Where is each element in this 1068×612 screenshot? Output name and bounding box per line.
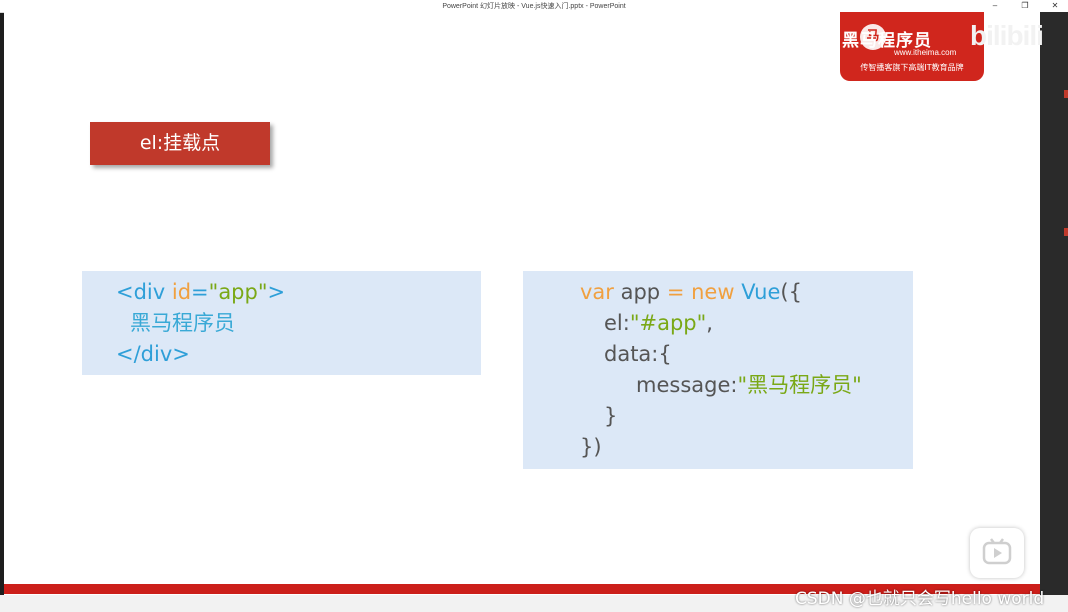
logo-site-text: www.itheima.com	[894, 48, 957, 57]
js-code-box: var app = new Vue({ el:"#app", data:{ me…	[523, 271, 913, 469]
play-icon	[982, 538, 1012, 565]
code-token-name: app	[613, 280, 667, 304]
window-controls: – ❐ ✕	[988, 0, 1062, 12]
code-token-tag: <div	[116, 280, 172, 304]
code-token-key: message:	[636, 373, 738, 397]
code-token-attr: id	[171, 280, 192, 304]
window-right-margin	[1040, 12, 1068, 612]
code-line: message:"黑马程序员"	[636, 370, 862, 401]
section-label: el:挂载点	[90, 122, 270, 165]
csdn-watermark: CSDN @也就只会写hello world	[795, 589, 1045, 609]
code-token-string: "#app"	[629, 311, 707, 335]
code-token-class: Vue	[741, 280, 781, 304]
code-token-keyword: var	[580, 280, 614, 304]
code-token-tag: >	[267, 280, 286, 304]
code-token-eq: =	[191, 280, 209, 304]
logo-slogan: 传智播客旗下高端IT教育品牌	[860, 63, 964, 72]
code-token-key: el:	[604, 311, 630, 335]
code-line: }	[604, 404, 618, 428]
code-token-punct: ,	[706, 311, 713, 335]
brand-logo: 马 黑马程序员 www.itheima.com 传智播客旗下高端IT教育品牌	[840, 12, 984, 81]
bilibili-watermark: bilibili	[970, 20, 1044, 51]
code-token-string: "黑马程序员"	[737, 373, 862, 397]
code-line: 黑马程序员	[130, 311, 235, 335]
edge-marker	[1064, 90, 1068, 98]
code-token-eq: =	[666, 280, 685, 304]
video-player-button[interactable]	[970, 528, 1024, 578]
edge-marker	[1064, 228, 1068, 236]
code-line: })	[580, 435, 602, 459]
code-line: data:{	[604, 342, 672, 366]
code-line: el:"#app",	[604, 308, 713, 339]
code-line: </div>	[116, 342, 190, 366]
html-code-box: <div id="app"> 黑马程序员 </div>	[82, 271, 481, 375]
code-token-punct: ({	[780, 280, 802, 304]
close-button[interactable]: ✕	[1048, 0, 1062, 12]
window-title: PowerPoint 幻灯片放映 - Vue.js快速入门.pptx - Pow…	[442, 3, 626, 10]
code-line: var app = new Vue({	[580, 277, 802, 308]
restore-button[interactable]: ❐	[1018, 0, 1032, 12]
code-token-string: "app"	[208, 280, 268, 304]
code-token-keyword: new	[684, 280, 742, 304]
code-line: <div id="app">	[116, 277, 285, 308]
minimize-button[interactable]: –	[988, 0, 1002, 12]
